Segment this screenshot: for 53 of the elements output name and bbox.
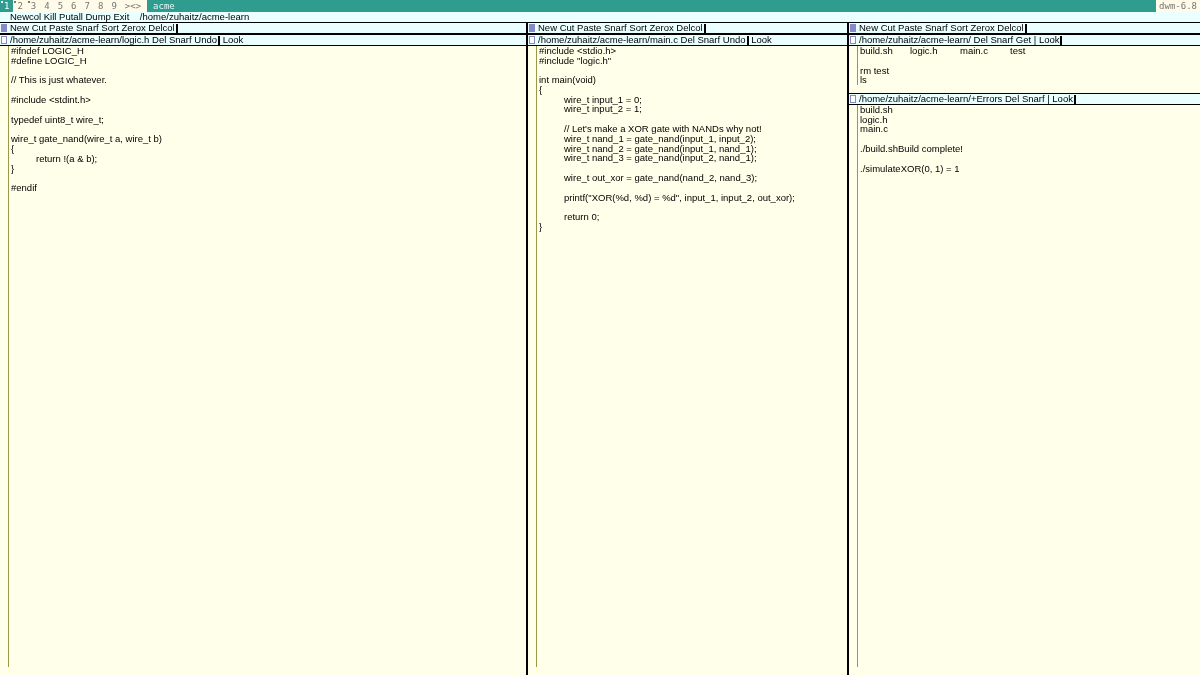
window-handle-icon[interactable] <box>1 36 7 44</box>
code-line: wire_t nand_3 = gate_nand(input_2, nand_1); <box>563 153 758 163</box>
code-line: return !(a & b); <box>35 153 99 164</box>
code-line: wire_t nand_2 = gate_nand(input_1, nand_1); <box>563 143 758 154</box>
code-line: #include <stdio.h> <box>539 46 618 56</box>
column-handle-icon[interactable] <box>1 24 7 32</box>
code-line: ./simulateXOR(0, 1) = 1 <box>860 163 961 174</box>
code-line: { <box>11 144 15 154</box>
code-line: build.sh <box>860 105 894 115</box>
code-line: printf("XOR(%d, %d) = %d", input_1, input_2, out_xor); <box>563 192 795 203</box>
code-line: ./build.shBuild complete! <box>860 144 963 154</box>
layout-symbol[interactable]: ><> <box>120 0 148 12</box>
text-cursor <box>1024 23 1027 33</box>
code-line: #include <stdint.h> <box>11 95 92 105</box>
workspace-tag[interactable]: 2 <box>13 0 27 12</box>
code-line: } <box>11 163 16 174</box>
code-line: int main(void) <box>539 75 598 86</box>
code-line: typedef uint8_t wire_t; <box>11 114 105 125</box>
workspace-tag[interactable]: 4 <box>40 0 54 12</box>
status-text: dwm-6.8 <box>1156 0 1200 12</box>
column-handle-icon[interactable] <box>850 24 856 32</box>
column-handle-icon[interactable] <box>529 24 535 32</box>
text-cursor <box>175 23 178 33</box>
code-line: wire_t gate_nand(wire_t a, wire_t b) <box>11 134 163 145</box>
code-line: wire_t input_2 = 1; <box>563 104 643 115</box>
code-line: wire_t input_1 = 0; <box>563 94 643 105</box>
code-line: #define LOGIC_H <box>11 55 88 66</box>
code-line: logic.h <box>860 114 889 125</box>
text-cursor <box>746 35 749 45</box>
code-line: #endif <box>11 183 38 193</box>
code-line: } <box>539 221 544 232</box>
window-handle-icon[interactable] <box>850 36 856 44</box>
code-line: #ifndef LOGIC_H <box>11 46 85 56</box>
code-line: rm test <box>860 65 891 76</box>
code-line: return 0; <box>563 212 601 222</box>
text-cursor <box>1073 94 1076 104</box>
code-line: ls <box>860 75 868 86</box>
window-title: acme <box>152 1 176 11</box>
text-cursor <box>703 23 706 33</box>
code-line: // This is just whatever. <box>11 75 108 86</box>
code-line: #include "logic.h" <box>539 55 613 66</box>
window-handle-icon[interactable] <box>529 36 535 44</box>
code-line: { <box>539 85 544 95</box>
text-cursor <box>1060 35 1063 45</box>
code-line: main.c <box>860 124 889 135</box>
code-line: // Let's make a XOR gate with NANDs why not! <box>563 124 763 134</box>
workspace-tag[interactable]: 9 <box>107 0 121 12</box>
text-cursor <box>218 35 220 45</box>
window-handle-icon[interactable] <box>850 95 856 104</box>
code-line: build.sh logic.h main.c test <box>860 46 1026 56</box>
workspace-tag[interactable]: 6 <box>67 0 81 12</box>
code-line: wire_t nand_1 = gate_nand(input_1, input_2); <box>563 133 757 144</box>
code-line: wire_t out_xor = gate_nand(nand_2, nand_3); <box>563 172 759 183</box>
